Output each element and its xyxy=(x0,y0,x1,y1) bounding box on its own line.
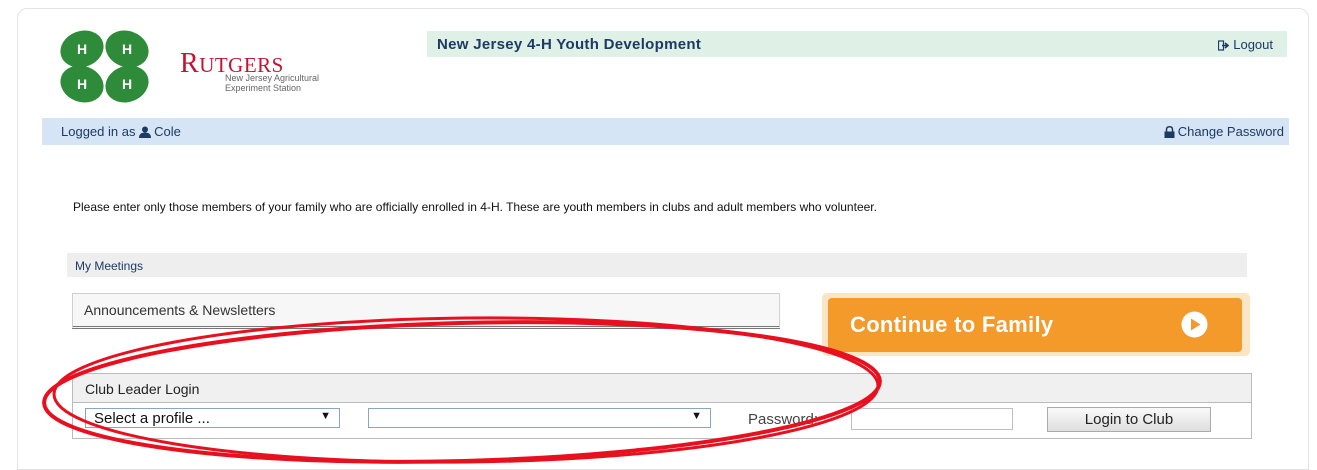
password-label: Password: xyxy=(748,411,819,428)
profile-select-value: Select a profile ... xyxy=(94,410,210,427)
svg-text:H: H xyxy=(122,41,132,57)
svg-text:H: H xyxy=(122,76,132,92)
my-meetings-label: My Meetings xyxy=(75,259,144,273)
lock-icon xyxy=(1164,126,1175,138)
username: Cole xyxy=(154,124,181,139)
agency-subtitle-line2: Experiment Station xyxy=(225,83,302,93)
top-bar: New Jersey 4-H Youth Development Logout xyxy=(427,31,1287,57)
logout-icon xyxy=(1218,40,1230,51)
play-circle-icon xyxy=(1181,311,1208,338)
club-leader-login-heading: Club Leader Login xyxy=(85,381,200,397)
club-select[interactable]: ▼ xyxy=(368,408,711,428)
intro-text: Please enter only those members of your … xyxy=(73,200,877,214)
logged-in-prefix: Logged in as xyxy=(61,124,136,139)
my-meetings-bar[interactable]: My Meetings xyxy=(67,253,1247,277)
club-leader-login-header: Club Leader Login xyxy=(73,374,1251,403)
announcements-label: Announcements & Newsletters xyxy=(84,302,276,318)
logout-label: Logout xyxy=(1233,37,1273,52)
user-icon xyxy=(139,126,152,138)
change-password-label: Change Password xyxy=(1177,124,1284,139)
logout-link[interactable]: Logout xyxy=(1218,37,1273,52)
continue-to-family-button[interactable]: Continue to Family xyxy=(828,298,1242,352)
announcements-panel[interactable]: Announcements & Newsletters xyxy=(72,293,780,329)
clover-logo-icon: H H H H xyxy=(60,30,149,103)
agency-subtitle-line1: New Jersey Agricultural xyxy=(225,73,320,83)
site-title: New Jersey 4-H Youth Development xyxy=(437,36,702,53)
logged-in-status: Logged in as Cole xyxy=(61,124,181,139)
password-input[interactable] xyxy=(851,408,1013,430)
user-bar: Logged in as Cole Change Password xyxy=(42,118,1289,145)
dropdown-arrow-icon: ▼ xyxy=(320,410,331,422)
continue-label: Continue to Family xyxy=(850,312,1054,337)
login-to-club-button[interactable]: Login to Club xyxy=(1047,407,1211,432)
change-password-link[interactable]: Change Password xyxy=(1164,124,1284,139)
dropdown-arrow-icon: ▼ xyxy=(691,410,702,422)
profile-select[interactable]: Select a profile ... ▼ xyxy=(85,408,340,428)
svg-text:H: H xyxy=(77,41,87,57)
continue-to-family-wrapper: Continue to Family xyxy=(822,293,1250,356)
svg-text:H: H xyxy=(77,76,87,92)
